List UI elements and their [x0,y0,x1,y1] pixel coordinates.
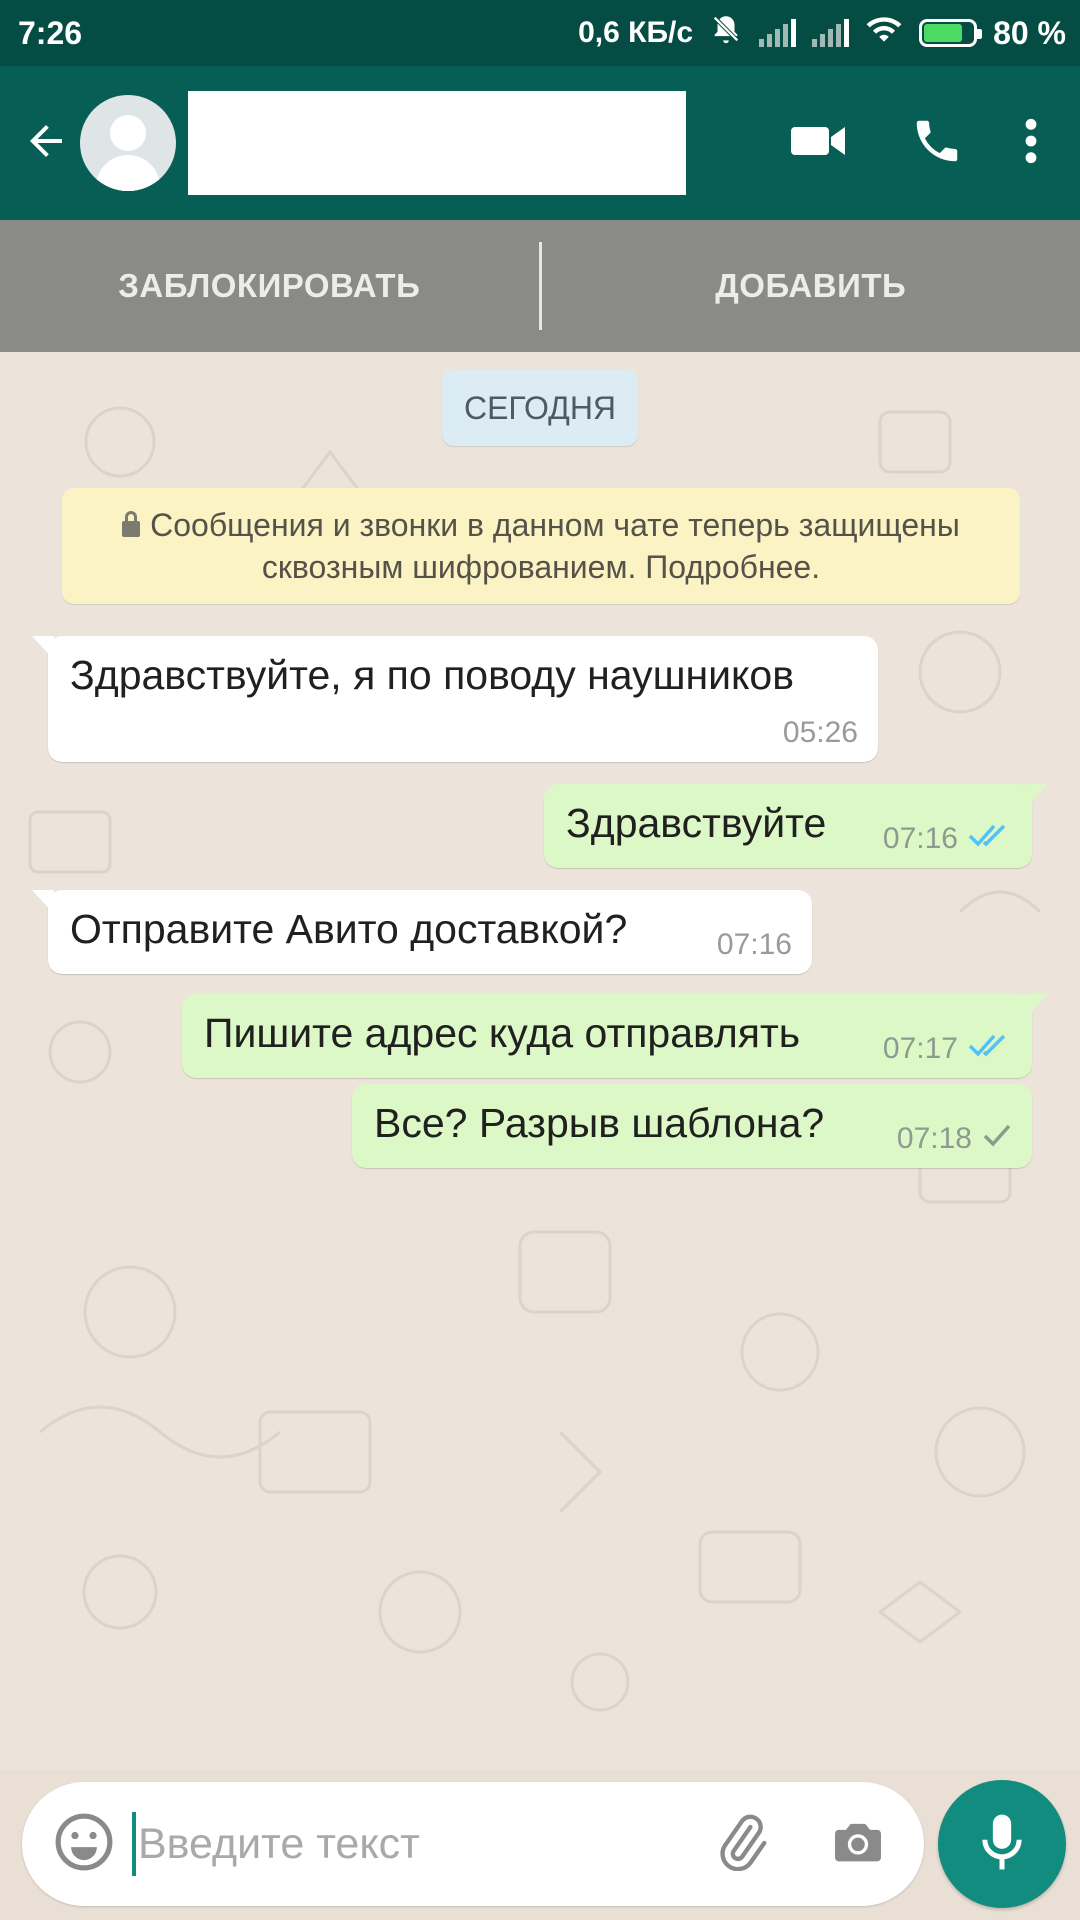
message-bubble-incoming[interactable]: Здравствуйте, я по поводу наушников 05:2… [32,636,878,762]
message-time: 07:16 [716,928,792,961]
encryption-notice[interactable]: Сообщения и звонки в данном чате теперь … [62,488,1020,604]
camera-icon [829,1813,887,1876]
paperclip-icon [713,1813,771,1876]
message-text: Все? Разрыв шаблона? [374,1100,825,1146]
more-vert-icon [1024,116,1038,171]
header-actions [760,88,1066,198]
message-meta: 05:26 [783,716,858,750]
message-time: 07:16 [882,822,958,855]
emoji-button[interactable] [44,1804,124,1884]
video-call-icon [789,121,849,166]
message-meta: 07:16 [717,928,792,962]
message-input[interactable] [138,1808,698,1880]
add-contact-button[interactable]: ДОБАВИТЬ [542,220,1080,352]
read-ticks-icon [968,822,1012,856]
message-text: Здравствуйте [566,800,827,846]
contact-avatar[interactable] [80,95,176,191]
text-caret [132,1812,136,1876]
emoji-icon [53,1811,115,1878]
message-text: Здравствуйте, я по поводу наушников [70,652,795,698]
message-time: 05:26 [782,716,858,749]
battery-percent: 80 % [993,14,1066,51]
message-meta: 07:16 [883,822,1012,856]
message-meta: 07:17 [883,1032,1012,1066]
date-chip: СЕГОДНЯ [442,370,638,446]
battery-fill [924,24,963,42]
message-time: 07:17 [882,1032,958,1065]
message-time: 07:18 [896,1122,972,1155]
encryption-notice-text: Сообщения и звонки в данном чате теперь … [150,507,960,585]
mic-icon [974,1810,1030,1879]
back-button[interactable] [6,66,86,220]
message-bubble-incoming[interactable]: Отправите Авито доставкой? 07:16 [32,890,812,974]
chat-header [0,66,1080,220]
signal-sim2-icon [812,19,850,47]
message-meta: 07:18 [897,1122,1012,1156]
more-options-button[interactable] [996,88,1066,198]
video-call-button[interactable] [760,88,878,198]
message-bubble-outgoing[interactable]: Все? Разрыв шаблона? 07:18 [352,1084,1032,1168]
back-arrow-icon [22,117,70,170]
lock-icon [122,511,141,537]
voice-call-button[interactable] [878,88,996,198]
message-text: Пишите адрес куда отправлять [204,1010,801,1056]
battery-icon [919,19,983,47]
sent-tick-icon [982,1122,1012,1156]
voice-record-button[interactable] [938,1780,1066,1908]
status-bar: 7:26 0,6 КБ/с 80 % [0,0,1080,66]
voice-call-icon [910,114,964,173]
chat-area[interactable]: СЕГОДНЯ Сообщения и звонки в данном чате… [0,352,1080,1770]
message-text: Отправите Авито доставкой? [70,906,628,952]
net-speed: 0,6 КБ/с [578,16,694,49]
message-composer [22,1782,924,1906]
wifi-icon [865,14,903,52]
read-ticks-icon [968,1032,1012,1066]
signal-sim1-icon [759,19,797,47]
status-time: 7:26 [18,14,83,51]
message-bubble-outgoing[interactable]: Здравствуйте 07:16 [544,784,1048,868]
unknown-contact-bar: ЗАБЛОКИРОВАТЬ ДОБАВИТЬ [0,220,1080,352]
status-indicators: 0,6 КБ/с 80 % [578,12,1066,54]
message-bubble-outgoing[interactable]: Пишите адрес куда отправлять 07:17 [182,994,1048,1078]
attach-button[interactable] [702,1804,782,1884]
camera-button[interactable] [818,1804,898,1884]
alarm-off-icon [709,12,743,54]
block-button[interactable]: ЗАБЛОКИРОВАТЬ [0,220,539,352]
contact-name[interactable] [188,91,686,195]
